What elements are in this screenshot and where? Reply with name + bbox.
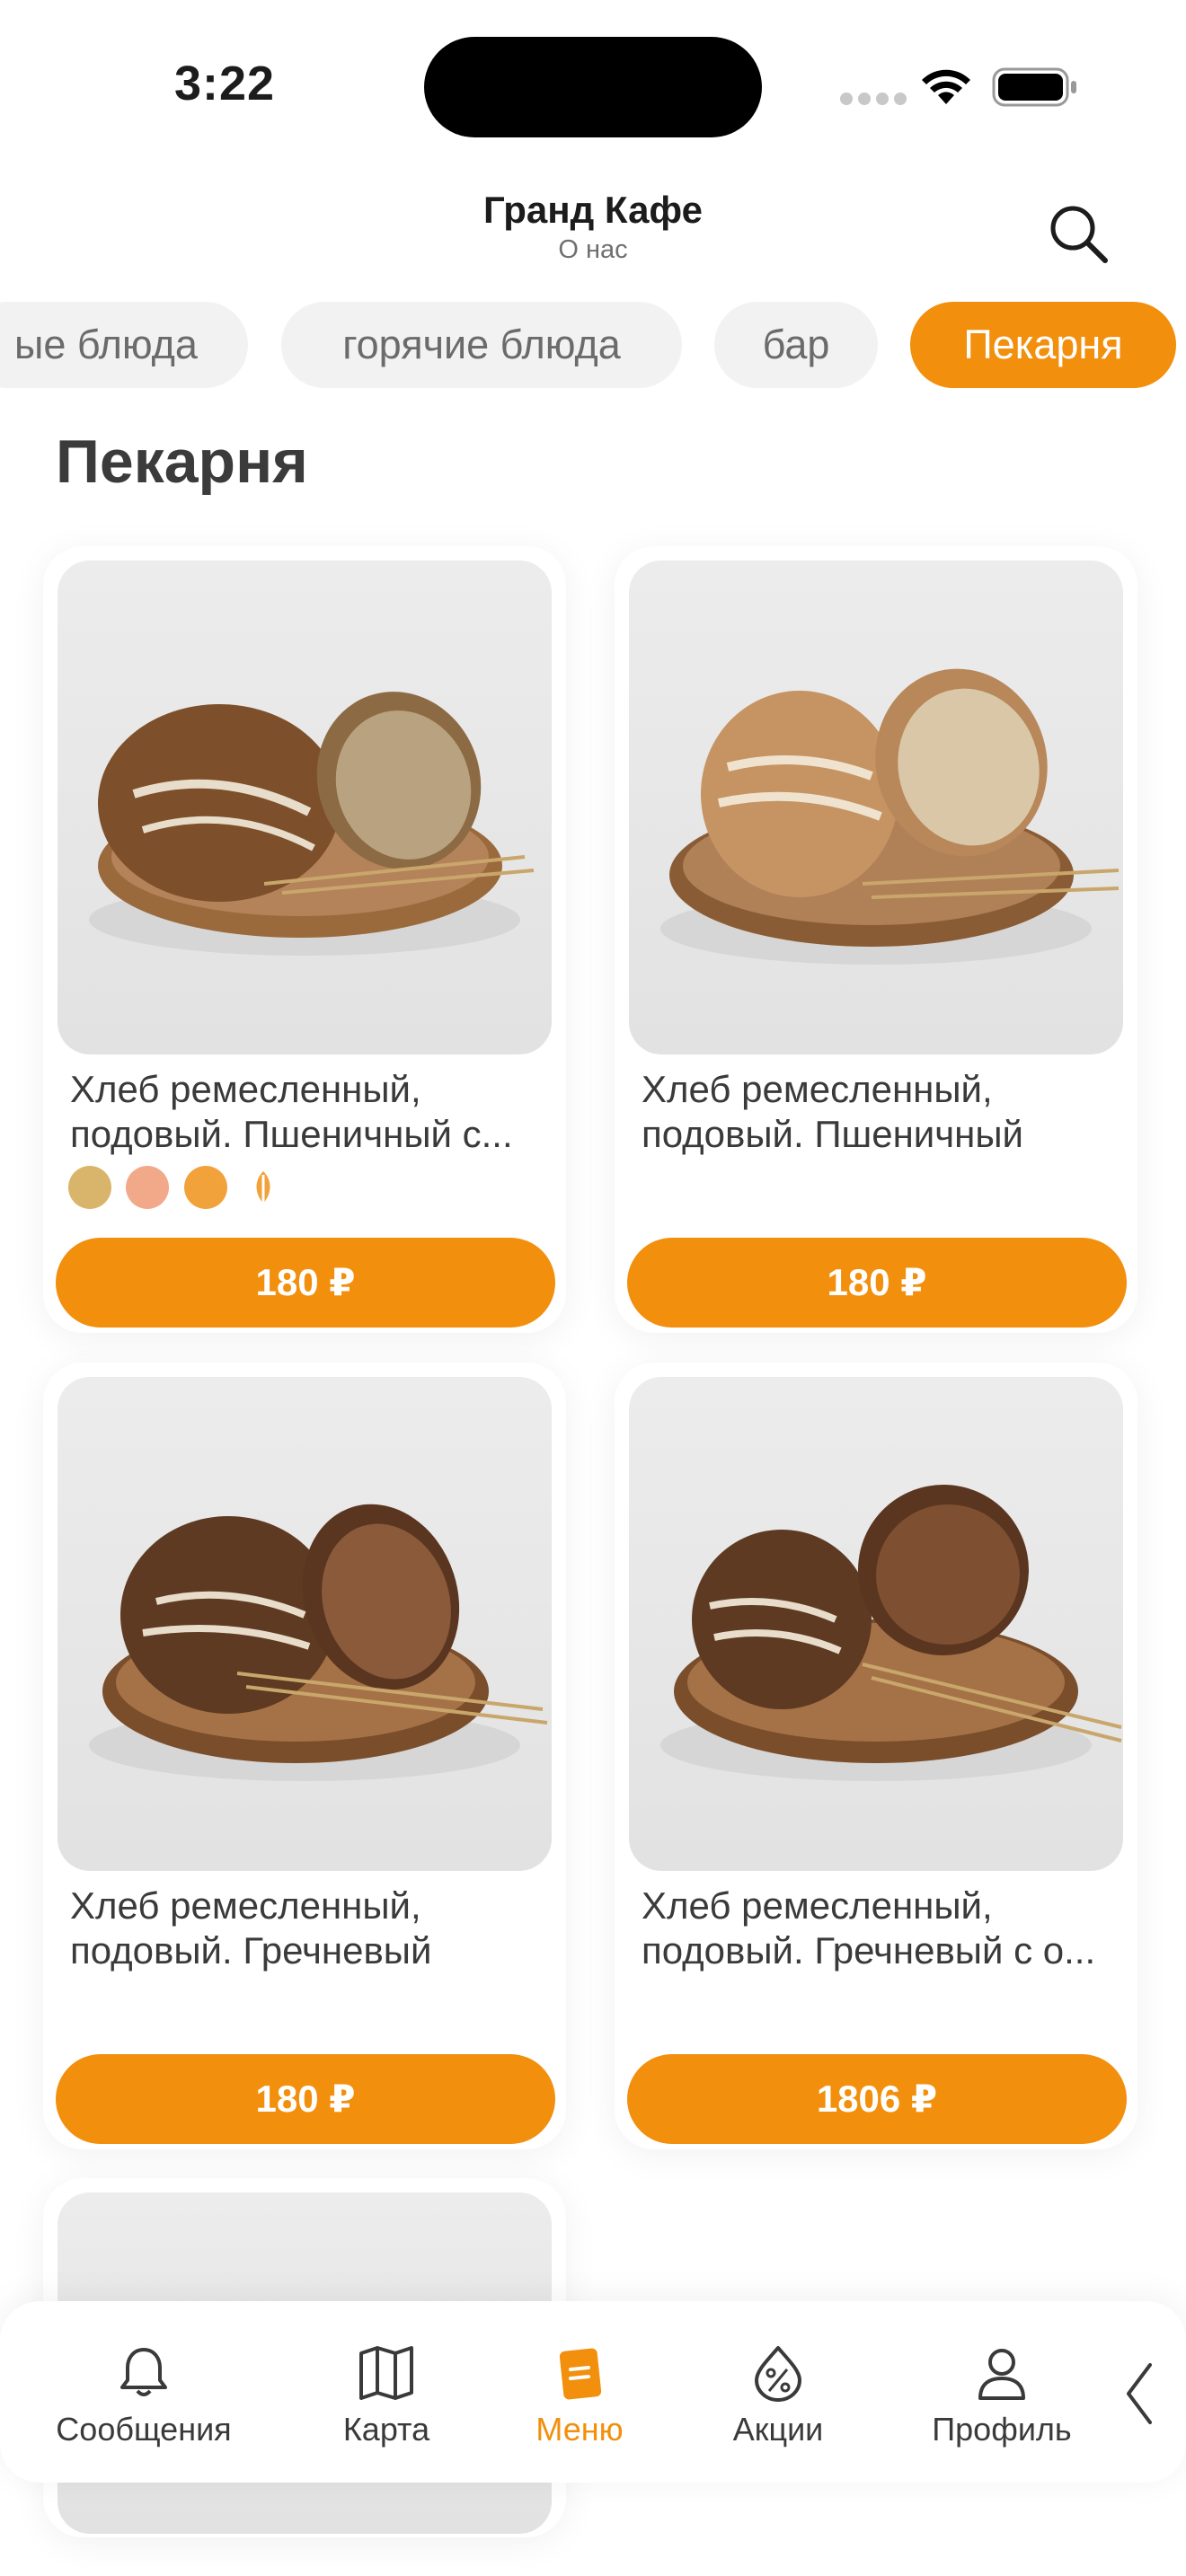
battery-icon (992, 67, 1076, 107)
price-button[interactable]: 180 ₽ (627, 1238, 1127, 1328)
status-bar: 3:22 (0, 0, 1186, 171)
about-link[interactable]: О нас (0, 235, 1186, 265)
product-photo[interactable] (58, 1377, 552, 1871)
product-card[interactable]: Хлеб ремесленный, подовый. Гречневый с о… (615, 1363, 1137, 2149)
price-button[interactable]: 180 ₽ (56, 1238, 555, 1328)
product-card[interactable]: Хлеб ремесленный, подовый. Гречневый 180… (43, 1363, 566, 2149)
nav-label: Сообщения (56, 2411, 232, 2448)
page-title[interactable]: Гранд Кафе (0, 189, 1186, 232)
tab-bar[interactable]: бар (714, 302, 878, 388)
product-name: Хлеб ремесленный, подовый. Пшеничный (642, 1068, 1023, 1155)
nav-label: Профиль (932, 2411, 1072, 2448)
nav-label: Меню (535, 2411, 624, 2448)
nav-item-map[interactable]: Карта (296, 2344, 476, 2448)
map-icon (359, 2346, 413, 2400)
product-name: Хлеб ремесленный, подовый. Гречневый с о… (642, 1884, 1096, 1972)
product-photo[interactable] (629, 1377, 1123, 1871)
chevron-left-icon[interactable] (1121, 2360, 1157, 2428)
search-icon[interactable] (1042, 198, 1114, 269)
status-time: 3:22 (173, 57, 276, 110)
nav-label: Карта (342, 2411, 430, 2448)
section-title: Пекарня (56, 428, 308, 496)
tab-bakery[interactable]: Пекарня (910, 302, 1176, 388)
nav-label: Акции (732, 2411, 824, 2448)
menu-icon (559, 2348, 602, 2400)
header: Гранд Кафе О нас (0, 171, 1186, 287)
wheat-icon (68, 1166, 111, 1209)
nav-item-messages[interactable]: Сообщения (36, 2344, 252, 2448)
category-tabs: ые блюда горячие блюда бар Пекарня (0, 296, 1186, 395)
profile-icon (978, 2349, 1025, 2400)
signal-icon (840, 93, 912, 110)
allergen-badges (68, 1166, 296, 1211)
percent-icon (755, 2346, 801, 2402)
tab-hot-dishes[interactable]: горячие блюда (281, 302, 682, 388)
product-photo[interactable] (58, 560, 552, 1054)
honey-icon (183, 1166, 227, 1209)
product-name: Хлеб ремесленный, подовый. Гречневый (70, 1884, 432, 1972)
product-card[interactable]: Хлеб ремесленный, подовый. Пшеничный 180… (615, 546, 1137, 1333)
bottom-nav: Сообщения Карта Меню Акции Профиль (0, 2301, 1186, 2483)
dynamic-island (424, 37, 762, 137)
tab-cold-dishes[interactable]: ые блюда (0, 302, 248, 388)
grain-icon (256, 1171, 270, 1205)
nav-item-promotions[interactable]: Акции (688, 2344, 868, 2448)
product-card[interactable]: Хлеб ремесленный, подовый. Пшеничный с..… (43, 546, 566, 1333)
price-button[interactable]: 1806 ₽ (627, 2054, 1127, 2144)
wifi-icon (922, 69, 970, 104)
price-button[interactable]: 180 ₽ (56, 2054, 555, 2144)
bell-icon (120, 2348, 167, 2396)
product-name: Хлеб ремесленный, подовый. Пшеничный с..… (70, 1068, 513, 1155)
nav-item-menu[interactable]: Меню (490, 2344, 669, 2448)
nav-item-profile[interactable]: Профиль (912, 2344, 1092, 2448)
product-photo[interactable] (629, 560, 1123, 1054)
egg-icon (126, 1166, 170, 1209)
